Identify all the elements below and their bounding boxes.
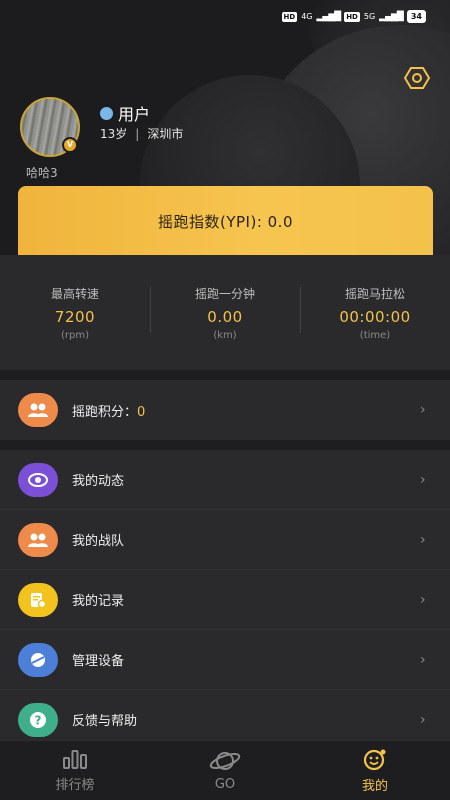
tab-mine[interactable]: 我的 bbox=[300, 741, 450, 800]
mine-icon bbox=[363, 749, 386, 771]
settings-icon[interactable] bbox=[404, 66, 430, 90]
go-icon bbox=[209, 752, 241, 770]
user-age: 13岁 bbox=[100, 127, 128, 141]
ypi-label: 摇跑指数(YPI): 0.0 bbox=[157, 212, 293, 231]
menu-item-team[interactable]: 我的战队 › bbox=[0, 510, 450, 570]
help-icon: ? bbox=[18, 702, 58, 737]
status-bar: HD 4G ▂▄▆█ HD 5G ▂▄▆█ 34 bbox=[281, 10, 426, 23]
user-meta: 13岁 | 深圳市 bbox=[100, 125, 183, 142]
stat-label: 最高转速 bbox=[50, 286, 99, 301]
stat-unit: (time) bbox=[359, 329, 391, 341]
menu-item-label: 我的动态 bbox=[72, 474, 125, 489]
ranking-icon bbox=[63, 750, 87, 769]
tab-ranking[interactable]: 排行榜 bbox=[0, 741, 150, 800]
stat-unit: (km) bbox=[213, 329, 237, 341]
svg-text:?: ? bbox=[35, 713, 42, 727]
menu-item-label: 反馈与帮助 bbox=[72, 714, 138, 729]
score-label: 摇跑积分：0 bbox=[72, 401, 420, 420]
menu-item-label: 管理设备 bbox=[72, 654, 125, 669]
tab-go[interactable]: GO bbox=[150, 741, 300, 800]
score-label-text: 摇跑积分： bbox=[72, 404, 138, 420]
record-icon bbox=[18, 582, 58, 617]
user-name: 用户 bbox=[118, 105, 151, 124]
signal-icon: ▂▄▆█ bbox=[316, 11, 342, 22]
ypi-card[interactable]: 摇跑指数(YPI): 0.0 bbox=[18, 186, 433, 256]
chevron-right-icon: › bbox=[420, 651, 426, 668]
stat-label: 摇跑一分钟 bbox=[194, 286, 255, 301]
signal-icon: ▂▄▆█ bbox=[379, 11, 404, 22]
score-value: 0 bbox=[137, 404, 146, 420]
stat-value: 7200 bbox=[54, 307, 96, 326]
menu-item-devices[interactable]: 管理设备 › bbox=[0, 630, 450, 690]
team-icon bbox=[18, 393, 58, 427]
stat-max-rpm: 最高转速 7200 (rpm) bbox=[0, 285, 150, 341]
chevron-right-icon: › bbox=[420, 711, 426, 728]
chevron-right-icon: › bbox=[420, 591, 426, 608]
score-row[interactable]: 摇跑积分：0 › bbox=[0, 380, 450, 440]
user-name-row: 用户 bbox=[100, 101, 150, 125]
stat-label: 摇跑马拉松 bbox=[344, 286, 405, 301]
menu-item-activity[interactable]: 我的动态 › bbox=[0, 450, 450, 510]
menu-list: 我的动态 › 我的战队 › 我的记录 › 管理设备 › ? 反馈与帮助 › bbox=[0, 450, 450, 750]
chevron-right-icon: › bbox=[420, 402, 426, 418]
stat-value: 00:00:00 bbox=[339, 307, 411, 326]
bottom-tab-bar: 排行榜 GO 我的 bbox=[0, 740, 450, 800]
menu-item-records[interactable]: 我的记录 › bbox=[0, 570, 450, 630]
divider: | bbox=[135, 126, 140, 141]
battery-indicator: 34 bbox=[406, 10, 426, 23]
hd-badge: HD bbox=[281, 11, 298, 22]
stat-unit: (rpm) bbox=[60, 329, 89, 341]
network-label: 4G bbox=[301, 12, 313, 21]
stat-marathon: 摇跑马拉松 00:00:00 (time) bbox=[300, 285, 450, 341]
user-nickname: 哈哈3 bbox=[26, 166, 58, 180]
eye-icon bbox=[18, 462, 58, 497]
menu-item-label: 我的记录 bbox=[72, 594, 125, 609]
stats-panel: 最高转速 7200 (rpm) 摇跑一分钟 0.00 (km) 摇跑马拉松 00… bbox=[0, 255, 450, 370]
tab-label: 我的 bbox=[361, 779, 388, 794]
stat-one-minute: 摇跑一分钟 0.00 (km) bbox=[150, 285, 300, 341]
user-city: 深圳市 bbox=[147, 127, 184, 141]
vip-badge-icon: V bbox=[62, 137, 78, 153]
tab-label: 排行榜 bbox=[55, 778, 95, 793]
team-icon bbox=[18, 522, 58, 557]
hd-badge: HD bbox=[344, 11, 360, 22]
gender-icon bbox=[100, 106, 113, 120]
menu-item-label: 我的战队 bbox=[72, 534, 125, 549]
avatar[interactable]: V bbox=[20, 97, 82, 159]
tab-label: GO bbox=[214, 777, 236, 792]
network-label: 5G bbox=[363, 12, 376, 21]
device-icon bbox=[18, 642, 58, 677]
stat-value: 0.00 bbox=[207, 307, 243, 326]
chevron-right-icon: › bbox=[420, 471, 426, 488]
chevron-right-icon: › bbox=[420, 531, 426, 548]
